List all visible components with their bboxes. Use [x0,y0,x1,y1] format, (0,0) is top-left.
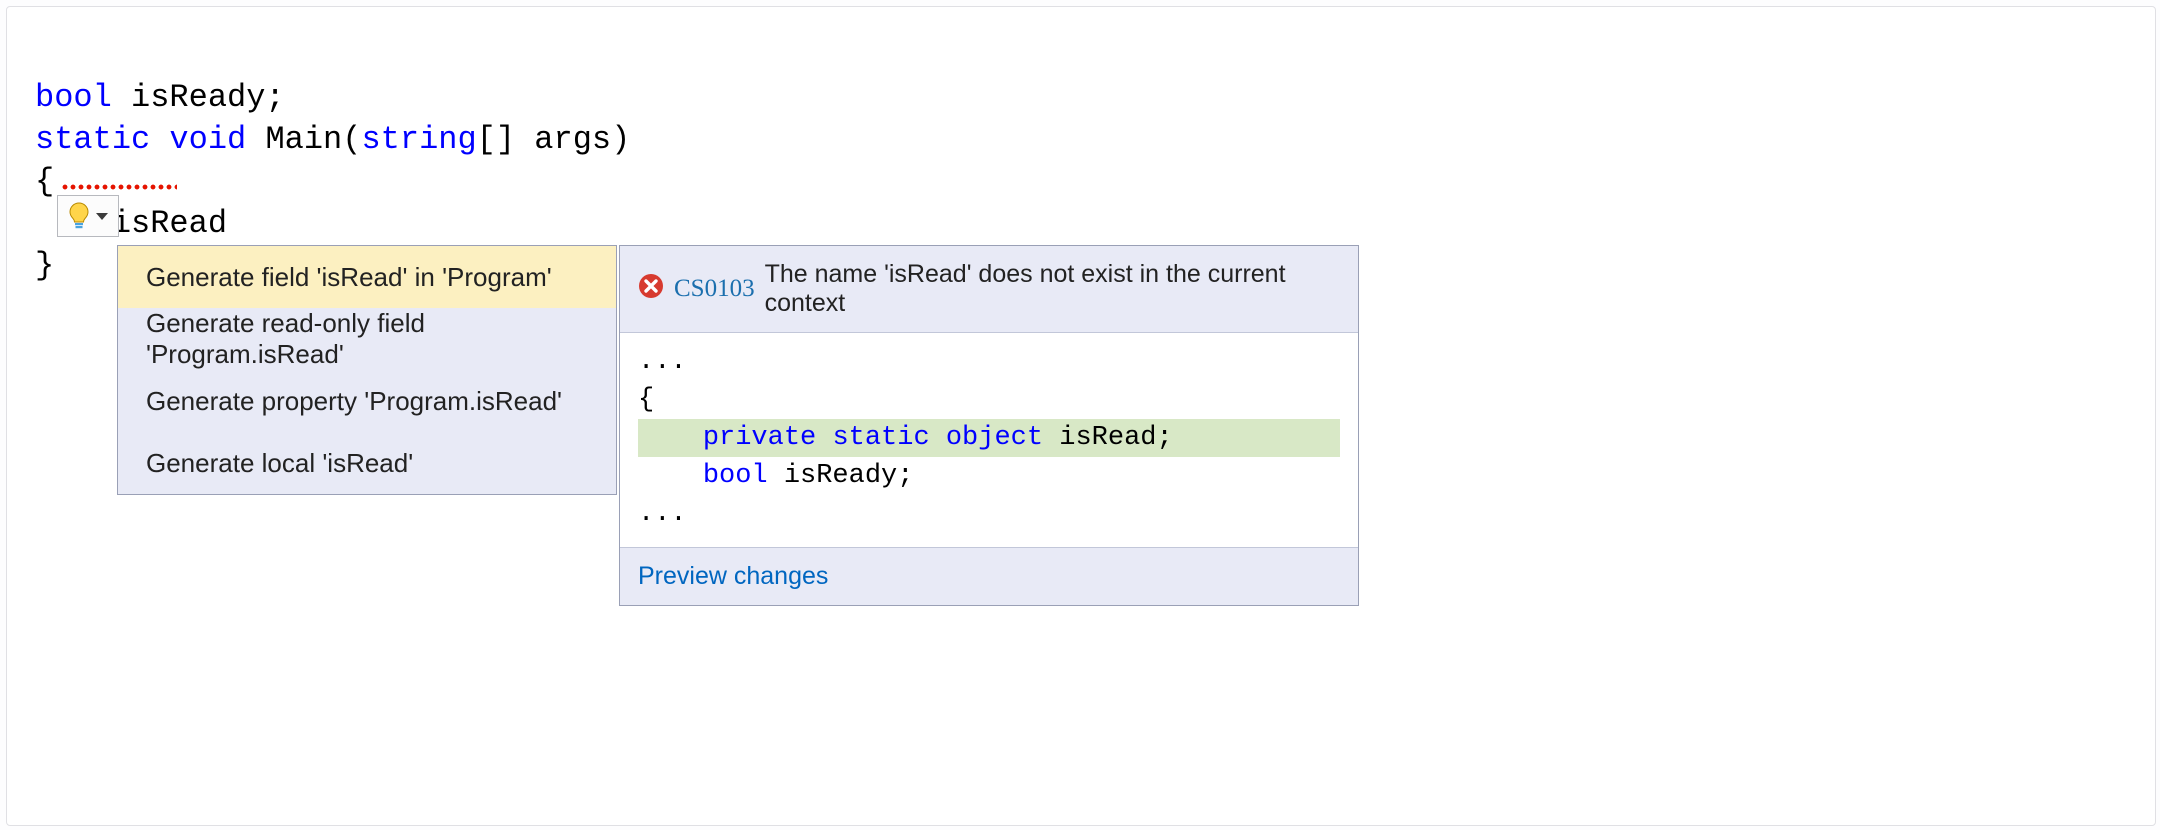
quick-action-label: Generate field 'isRead' in 'Program' [146,262,552,293]
quick-action-item[interactable]: Generate local 'isRead' [118,432,616,494]
error-icon [638,273,664,306]
preview-changes-link[interactable]: Preview changes [638,562,828,590]
lightbulb-icon [68,202,90,230]
error-code[interactable]: CS0103 [674,275,755,303]
code-text: isReady; [131,79,285,116]
quick-action-item[interactable]: Generate property 'Program.isRead' [118,370,616,432]
code-text: ... { [638,347,687,415]
code-text [112,79,131,116]
code-text: [] args) [477,121,631,158]
code-text: isRead; [1043,423,1173,453]
error-squiggle [61,183,177,193]
quick-action-item[interactable]: Generate field 'isRead' in 'Program' [118,246,616,308]
code-text: } [35,247,54,284]
quick-action-item[interactable]: Generate read-only field 'Program.isRead… [118,308,616,370]
added-line: private static object isRead; [638,419,1340,457]
code-text: Main( [246,121,361,158]
keyword: string [361,121,476,158]
diff-preview: ... { private static object isRead; bool… [620,333,1358,547]
preview-footer: Preview changes [620,547,1358,605]
keyword: private [703,423,816,453]
keyword: void [169,121,246,158]
keyword: bool [35,79,112,116]
keyword: bool [703,461,768,491]
keyword: object [946,423,1043,453]
quick-action-label: Generate read-only field 'Program.isRead… [146,308,588,370]
quick-actions-button[interactable] [57,195,119,237]
code-text: ... [638,499,687,529]
keyword: static [832,423,929,453]
code-text: { [35,163,54,200]
code-text: isReady; [768,461,914,491]
preview-panel: CS0103 The name 'isRead' does not exist … [619,245,1359,606]
error-header: CS0103 The name 'isRead' does not exist … [620,246,1358,333]
keyword: static [35,121,150,158]
error-message: The name 'isRead' does not exist in the … [765,260,1340,318]
chevron-down-icon [96,213,108,220]
quick-action-label: Generate property 'Program.isRead' [146,386,562,417]
quick-actions-menu: Generate field 'isRead' in 'Program' Gen… [117,245,617,495]
quick-action-label: Generate local 'isRead' [146,448,413,479]
editor-frame: bool isReady; static void Main(string[] … [6,6,2156,826]
